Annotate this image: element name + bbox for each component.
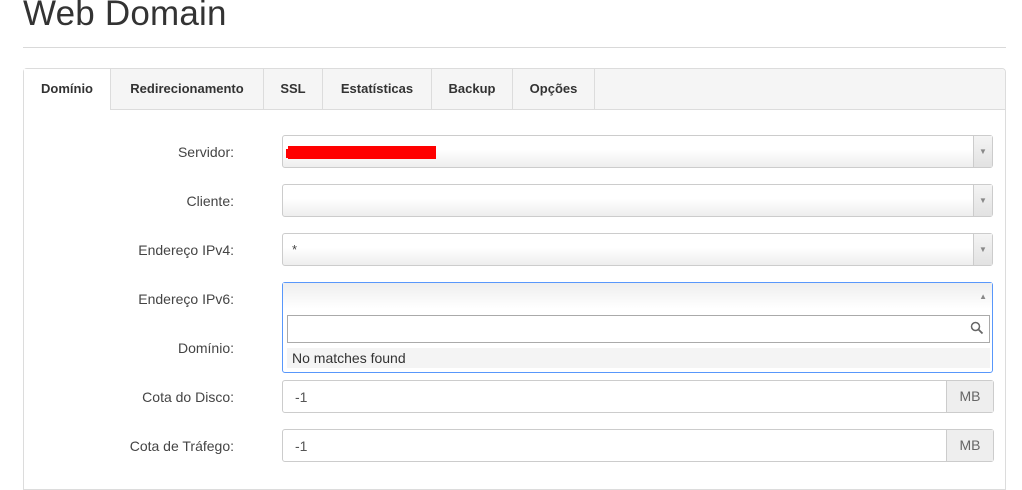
cota-trafego-group: MB <box>282 429 994 462</box>
cota-trafego-input[interactable] <box>283 430 957 461</box>
cota-trafego-label: Cota de Tráfego: <box>129 438 234 454</box>
caret-up-icon: ▲ <box>979 292 987 301</box>
dominio-label: Domínio: <box>177 340 234 356</box>
cota-trafego-unit: MB <box>946 430 993 461</box>
cota-disco-label: Cota do Disco: <box>142 389 234 405</box>
tab-dominio[interactable]: Domínio <box>24 69 111 110</box>
caret-down-icon: ▼ <box>979 147 987 156</box>
tab-redirecionamento[interactable]: Redirecionamento <box>111 69 264 109</box>
cota-disco-group: MB <box>282 380 994 413</box>
cliente-dropdown-toggle[interactable]: ▼ <box>973 185 992 216</box>
servidor-select[interactable]: ▼ <box>282 135 993 168</box>
magnifier-icon <box>970 321 984 335</box>
no-matches-message: No matches found <box>287 348 990 368</box>
caret-down-icon: ▼ <box>979 245 987 254</box>
ipv4-select[interactable]: * ▼ <box>282 233 993 266</box>
ipv4-label: Endereço IPv4: <box>138 242 234 258</box>
redacted-server-value <box>286 146 436 159</box>
cota-disco-unit: MB <box>946 381 993 412</box>
ipv6-search-box[interactable] <box>287 315 990 343</box>
ipv6-search-input[interactable] <box>288 316 980 342</box>
ipv6-select-head[interactable]: ▲ <box>283 283 992 312</box>
ipv6-label: Endereço IPv6: <box>138 291 234 307</box>
ipv4-value: * <box>292 242 298 257</box>
caret-down-icon: ▼ <box>979 196 987 205</box>
tab-opcoes[interactable]: Opções <box>513 69 595 109</box>
cliente-select[interactable]: ▼ <box>282 184 993 217</box>
tab-backup[interactable]: Backup <box>432 69 513 109</box>
servidor-label: Servidor: <box>177 144 234 160</box>
page-title: Web Domain <box>23 0 227 33</box>
tab-ssl[interactable]: SSL <box>264 69 323 109</box>
tab-bar: Domínio Redirecionamento SSL Estatística… <box>24 69 1005 110</box>
servidor-dropdown-toggle[interactable]: ▼ <box>973 136 992 167</box>
cota-disco-input[interactable] <box>283 381 957 412</box>
ipv6-select-open[interactable]: ▲ No matches found <box>282 282 993 373</box>
domain-form-panel: Domínio Redirecionamento SSL Estatística… <box>23 68 1006 490</box>
title-divider <box>23 47 1006 48</box>
tab-estatisticas[interactable]: Estatísticas <box>323 69 432 109</box>
cliente-label: Cliente: <box>186 193 234 209</box>
ipv4-dropdown-toggle[interactable]: ▼ <box>973 234 992 265</box>
